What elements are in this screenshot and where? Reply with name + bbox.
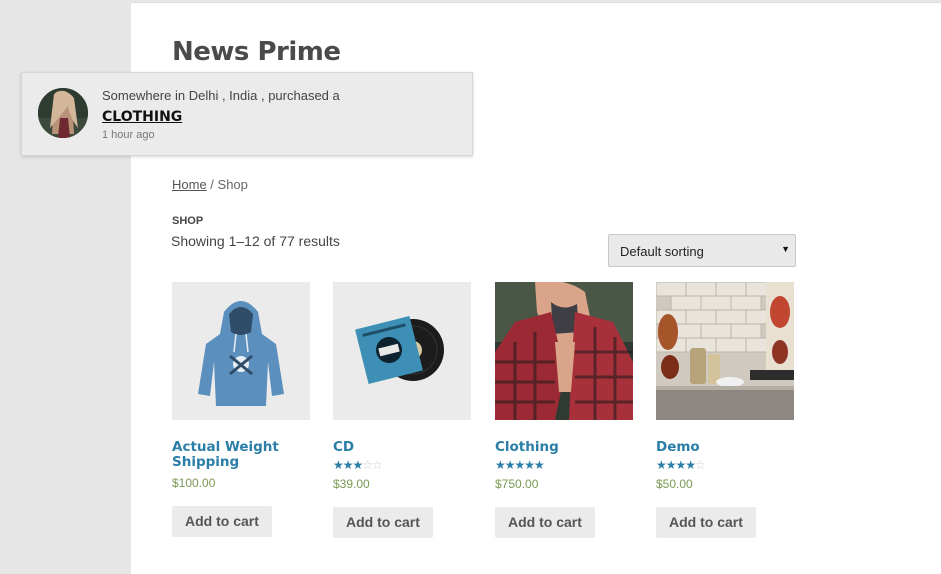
breadcrumb: Home / Shop — [172, 177, 248, 192]
dropdown-arrow-icon: ▼ — [781, 244, 790, 254]
product-card: Demo ★★★★☆ $50.00 Add to cart — [656, 282, 794, 538]
site-title[interactable]: News Prime — [172, 37, 341, 67]
product-title[interactable]: Demo — [656, 440, 794, 455]
product-title[interactable]: Actual Weight Shipping — [172, 440, 310, 470]
breadcrumb-home-link[interactable]: Home — [172, 177, 207, 192]
breadcrumb-current: Shop — [217, 177, 248, 192]
product-price: $100.00 — [172, 476, 216, 490]
star-rating: ★★★☆☆ — [333, 458, 383, 472]
purchase-notification[interactable]: Somewhere in Delhi , India , purchased a… — [21, 72, 473, 156]
product-image[interactable] — [172, 282, 310, 420]
sorting-select[interactable]: Default sorting ▼ — [608, 234, 796, 267]
kitchen-photo — [656, 282, 794, 420]
hoodie-image — [172, 282, 310, 420]
page-title: SHOP — [172, 215, 204, 227]
notification-product-link[interactable]: CLOTHING — [102, 109, 182, 125]
customer-avatar-photo — [38, 88, 88, 138]
sorting-selected-value: Default sorting — [620, 244, 704, 259]
product-image[interactable] — [656, 282, 794, 420]
product-card: CD ★★★☆☆ $39.00 Add to cart — [333, 282, 471, 538]
star-rating: ★★★★☆ — [656, 458, 706, 472]
product-image[interactable] — [495, 282, 633, 420]
avatar — [38, 88, 88, 138]
product-price: $39.00 — [333, 477, 370, 491]
result-count: Showing 1–12 of 77 results — [171, 233, 340, 249]
product-price: $50.00 — [656, 477, 693, 491]
notification-message: Somewhere in Delhi , India , purchased a — [102, 88, 340, 103]
star-rating: ★★★★★ — [495, 458, 545, 472]
album-cd-image — [333, 282, 471, 420]
add-to-cart-button[interactable]: Add to cart — [333, 507, 433, 538]
breadcrumb-separator: / — [206, 177, 218, 192]
product-price: $750.00 — [495, 477, 539, 491]
notification-time: 1 hour ago — [102, 129, 155, 141]
flannel-shirt-photo — [495, 282, 633, 420]
add-to-cart-button[interactable]: Add to cart — [495, 507, 595, 538]
product-image[interactable] — [333, 282, 471, 420]
add-to-cart-button[interactable]: Add to cart — [172, 506, 272, 537]
product-card: Clothing ★★★★★ $750.00 Add to cart — [495, 282, 633, 538]
product-title[interactable]: Clothing — [495, 440, 633, 455]
product-card: Actual Weight Shipping $100.00 Add to ca… — [172, 282, 310, 537]
product-title[interactable]: CD — [333, 440, 471, 455]
add-to-cart-button[interactable]: Add to cart — [656, 507, 756, 538]
